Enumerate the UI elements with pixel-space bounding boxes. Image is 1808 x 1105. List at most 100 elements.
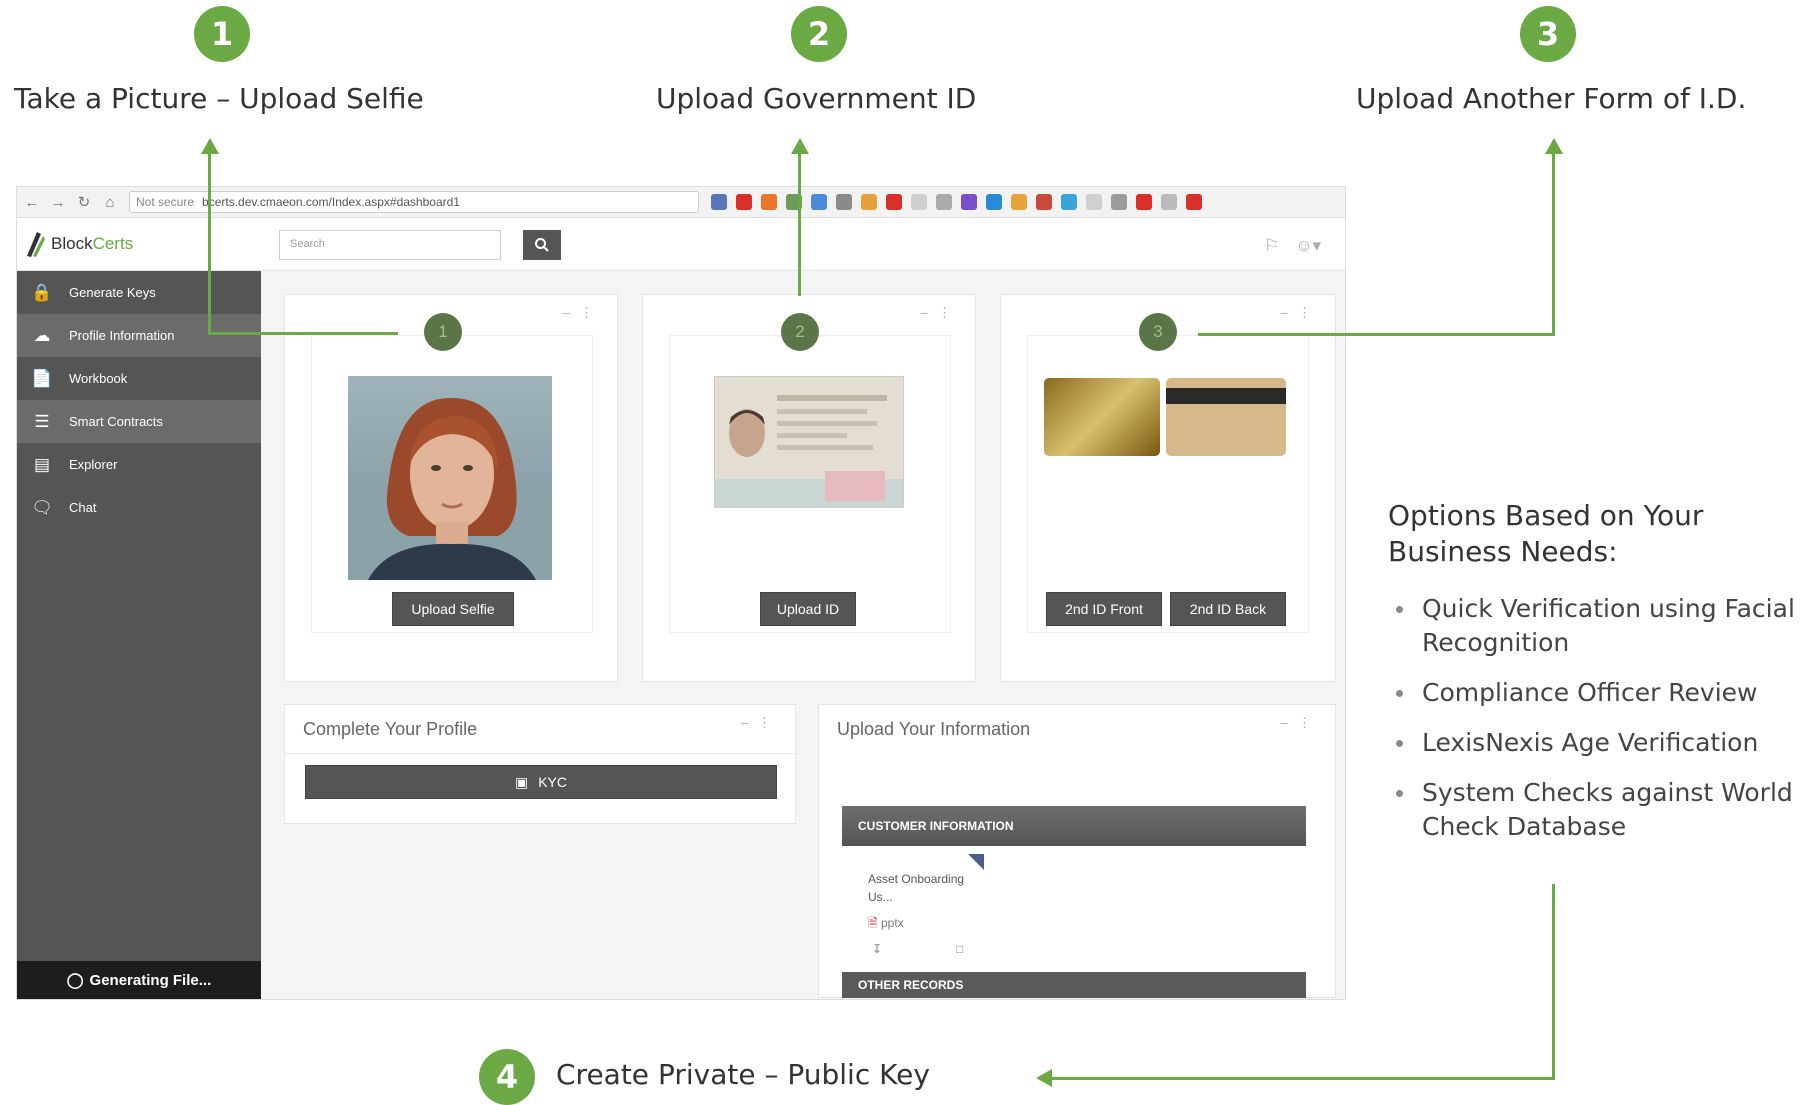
extension-icon[interactable]: [1036, 194, 1052, 210]
extension-icon[interactable]: [961, 194, 977, 210]
step-4-label: Create Private – Public Key: [556, 1058, 930, 1091]
document-icon: 📄: [31, 368, 53, 388]
extension-icon[interactable]: [1186, 194, 1202, 210]
reload-icon[interactable]: ↻: [73, 191, 95, 213]
step-1-label: Take a Picture – Upload Selfie: [14, 82, 424, 115]
step-2-badge: 2: [791, 6, 847, 62]
card-controls[interactable]: –⋮: [1281, 715, 1321, 731]
upload-info-title: Upload Your Information: [837, 719, 1031, 739]
options-title-line1: Options Based on Your: [1388, 499, 1704, 532]
sidebar-item-smart-contracts[interactable]: ☰ Smart Contracts: [17, 400, 261, 443]
step-1-badge: 1: [194, 6, 250, 62]
delete-icon[interactable]: □: [956, 942, 963, 956]
sidebar-item-label: Smart Contracts: [69, 414, 163, 429]
sidebar-item-explorer[interactable]: ▤ Explorer: [17, 443, 261, 486]
extension-icon[interactable]: [711, 194, 727, 210]
logo-prefix: Block: [51, 234, 93, 253]
arrow-4-head: [1036, 1069, 1052, 1087]
kyc-button[interactable]: ▣ KYC: [305, 765, 777, 799]
extension-icon[interactable]: [986, 194, 1002, 210]
sidebar-item-profile-information[interactable]: ☁ Profile Information: [17, 314, 261, 357]
lock-icon: 🔒: [31, 282, 53, 302]
sidebar-item-label: Profile Information: [69, 328, 175, 343]
generating-status: ◯ Generating File...: [17, 961, 261, 999]
id-front-button[interactable]: 2nd ID Front: [1046, 592, 1162, 626]
download-icon[interactable]: ↧: [872, 942, 882, 956]
sidebar: 🔒 Generate Keys ☁ Profile Information 📄 Wor…: [17, 271, 261, 999]
passport-graphic: [715, 377, 903, 507]
upload-selfie-button[interactable]: Upload Selfie: [392, 592, 514, 626]
sidebar-item-label: Explorer: [69, 457, 118, 472]
spinner-icon: ◯: [66, 972, 84, 989]
card-3-number: 3: [1139, 313, 1177, 351]
cloud-icon: ☁: [33, 325, 51, 345]
extension-icon[interactable]: [836, 194, 852, 210]
list-icon: ☰: [34, 411, 50, 431]
forward-icon[interactable]: →: [47, 191, 69, 213]
selfie-photo: [348, 376, 552, 580]
arrow-1-horizontal: [208, 332, 398, 335]
other-records-bar[interactable]: OTHER RECORDS: [842, 972, 1306, 998]
extension-icon[interactable]: [936, 194, 952, 210]
asset-extension: pptx: [880, 916, 904, 930]
extension-icon[interactable]: [1136, 194, 1152, 210]
card-controls[interactable]: –⋮: [563, 305, 603, 321]
sidebar-item-generate-keys[interactable]: 🔒 Generate Keys: [17, 271, 261, 314]
options-title: Options Based on Your Business Needs:: [1388, 498, 1703, 570]
blockcerts-logo-icon: [27, 232, 45, 257]
search-input[interactable]: Search: [279, 230, 501, 260]
card-2-number: 2: [781, 313, 819, 351]
sidebar-item-workbook[interactable]: 📄 Workbook: [17, 357, 261, 400]
complete-profile-title: Complete Your Profile: [303, 719, 478, 739]
extension-icons: [711, 194, 1202, 210]
option-item: Compliance Officer Review: [1388, 676, 1802, 710]
customer-information-bar[interactable]: CUSTOMER INFORMATION: [842, 806, 1306, 846]
extension-icon[interactable]: [1111, 194, 1127, 210]
asset-name: Asset Onboarding Us...: [868, 872, 965, 904]
extension-icon[interactable]: [736, 194, 752, 210]
extension-icon[interactable]: [1161, 194, 1177, 210]
status-text: Generating File...: [89, 971, 212, 989]
sidebar-item-label: Workbook: [69, 371, 128, 386]
id-back-button[interactable]: 2nd ID Back: [1170, 592, 1286, 626]
extension-icon[interactable]: [886, 194, 902, 210]
extension-icon[interactable]: [811, 194, 827, 210]
sidebar-item-label: Generate Keys: [69, 285, 156, 300]
options-list: Quick Verification using Facial Recognit…: [1388, 592, 1802, 860]
step-3-badge: 3: [1520, 6, 1576, 62]
back-icon[interactable]: ←: [21, 191, 43, 213]
extension-icon[interactable]: [861, 194, 877, 210]
step-4-badge: 4: [479, 1049, 535, 1105]
option-item: System Checks against World Check Databa…: [1388, 776, 1802, 844]
chart-icon: ▤: [33, 454, 51, 474]
browser-toolbar: ← → ↻ ⌂ Not secure bcerts.dev.cmaeon.com…: [17, 187, 1345, 218]
arrow-2-vertical: [798, 152, 801, 296]
sidebar-item-chat[interactable]: 🗨 Chat: [17, 486, 261, 529]
search-button[interactable]: [523, 230, 561, 260]
card-controls[interactable]: –⋮: [741, 715, 781, 731]
upload-id-button[interactable]: Upload ID: [760, 592, 856, 626]
card-controls[interactable]: –⋮: [1281, 305, 1321, 321]
search-icon: [535, 238, 549, 252]
extension-icon[interactable]: [1086, 194, 1102, 210]
bell-icon[interactable]: ⚐: [1264, 236, 1279, 256]
selfie-image: [348, 397, 552, 580]
address-bar[interactable]: Not secure bcerts.dev.cmaeon.com/Index.a…: [129, 191, 699, 213]
card-1-number: 1: [424, 313, 462, 351]
kyc-label: KYC: [538, 774, 568, 790]
arrow-3-vertical: [1552, 152, 1555, 336]
blockcerts-logo[interactable]: Block Certs: [23, 230, 133, 258]
extension-icon[interactable]: [1011, 194, 1027, 210]
options-title-line2: Business Needs:: [1388, 535, 1618, 568]
extension-icon[interactable]: [1061, 194, 1077, 210]
user-menu-icon[interactable]: ☺▾: [1295, 236, 1321, 256]
home-icon[interactable]: ⌂: [99, 191, 121, 213]
kyc-icon: ▣: [514, 773, 529, 790]
step-3-label: Upload Another Form of I.D.: [1356, 82, 1747, 115]
extension-icon[interactable]: [761, 194, 777, 210]
complete-profile-card: Complete Your Profile –⋮ ▣ KYC: [284, 704, 797, 824]
asset-file-item[interactable]: Asset Onboarding Us... 🗎 pptx ↧ □: [856, 854, 986, 964]
card-controls[interactable]: –⋮: [921, 305, 961, 321]
id-back-image: [1166, 378, 1286, 456]
star-icon[interactable]: [911, 194, 927, 210]
